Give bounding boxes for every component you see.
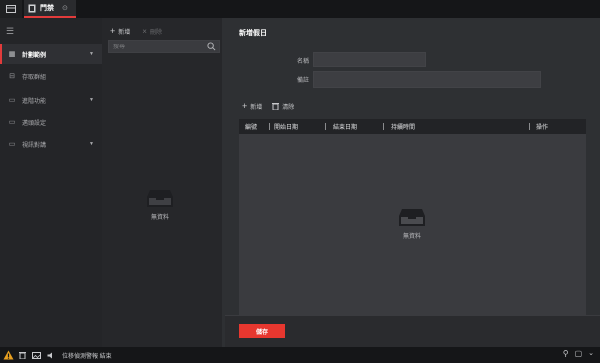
remark-field[interactable]: [314, 76, 540, 92]
chevron-down-icon: ▼: [89, 141, 94, 147]
calendar-icon: ▦: [8, 51, 16, 58]
add-holiday-button[interactable]: + 新增: [242, 101, 262, 111]
sidebar-item-label: 計劃範例: [22, 52, 47, 59]
column-header: 結束日期: [333, 125, 358, 131]
empty-state: 無資料: [146, 188, 174, 221]
column-header: 編號: [245, 125, 258, 131]
speaker-icon[interactable]: [45, 350, 56, 361]
maximize-icon[interactable]: ▢: [575, 349, 583, 358]
home-grid-icon: [6, 5, 16, 13]
column-divider: [269, 123, 270, 130]
add-button[interactable]: + 新增: [110, 26, 130, 36]
table-header: 編號 開始日期 結束日期 持續時間 操作: [239, 119, 586, 134]
sidebar-item-label: 存取群組: [22, 74, 47, 81]
clear-button[interactable]: 清除: [272, 101, 294, 111]
trash-icon[interactable]: [17, 350, 28, 361]
sidebar-item-schedule-template[interactable]: ▦ 計劃範例 ▼: [0, 44, 102, 64]
holiday-table: 編號 開始日期 結束日期 持續時間 操作 無資料: [239, 119, 586, 326]
column-header: 開始日期: [274, 125, 299, 131]
image-icon[interactable]: [31, 350, 42, 361]
main-content: 新增假日 名稱 備註 + 新增 清除 編號 開始日期 結束日期 持續時間 操作 …: [225, 18, 600, 347]
holiday-list-panel: + 新增 × 刪除 無資料: [102, 18, 222, 347]
chevron-down-icon: ▼: [89, 97, 94, 103]
status-controls: ⚲ ▢ ⌄: [563, 349, 594, 358]
tab-label: 門禁: [40, 5, 54, 12]
search-box: [108, 40, 220, 53]
holiday-actions: + 新增 清除: [242, 101, 294, 111]
trash-icon: [272, 103, 280, 110]
close-icon: ×: [142, 26, 147, 36]
empty-label: 無資料: [150, 215, 169, 221]
menu-toggle-icon[interactable]: ☰: [6, 26, 14, 37]
empty-tray-icon: [399, 209, 425, 226]
remark-label: 備註: [296, 78, 309, 84]
empty-label: 無資料: [402, 234, 421, 240]
name-field[interactable]: [314, 58, 425, 72]
warning-icon[interactable]: [3, 350, 14, 361]
status-bar: 位移偵測警報 結束 ⚲ ▢ ⌄: [0, 347, 600, 363]
app-window: 門禁 ⊙ ☰ ▦ 計劃範例 ▼ ⊟ 存取群組 ▭ 進階功能 ▼ ▭ 邁頭設定 ▭…: [0, 0, 600, 363]
add-label: 新增: [118, 29, 131, 36]
remark-field-wrap: [313, 71, 541, 92]
sidebar-item-video-intercom[interactable]: ▭ 視訊對講 ▼: [0, 134, 102, 154]
status-message: 位移偵測警報 結束: [62, 353, 112, 360]
plus-icon: +: [242, 101, 248, 111]
search-input[interactable]: [113, 43, 205, 50]
name-field-wrap: [313, 52, 426, 72]
search-icon[interactable]: [207, 42, 216, 51]
clear-label: 清除: [282, 104, 295, 111]
pin-icon[interactable]: ⚲: [563, 349, 569, 358]
list-actions: + 新增 × 刪除: [110, 26, 162, 36]
tab-access-control[interactable]: 門禁 ⊙: [24, 0, 76, 18]
add-label: 新增: [250, 104, 263, 111]
intercom-icon: ▭: [8, 141, 16, 148]
delete-label: 刪除: [149, 29, 162, 36]
column-divider: [325, 123, 326, 130]
column-divider: [529, 123, 530, 130]
page-title: 新增假日: [239, 30, 267, 37]
sidebar-item-door-settings[interactable]: ▭ 邁頭設定: [0, 112, 102, 132]
sidebar-item-label: 邁頭設定: [22, 120, 47, 127]
column-header: 操作: [536, 125, 549, 131]
delete-button[interactable]: × 刪除: [142, 26, 162, 36]
form-footer: 儲存: [225, 315, 600, 347]
chevron-down-icon: ▼: [89, 51, 94, 57]
advanced-icon: ▭: [8, 97, 16, 104]
lock-icon: ⊟: [9, 73, 15, 80]
tab-close-icon[interactable]: ⊙: [62, 4, 68, 12]
door-icon: ▭: [8, 119, 16, 126]
column-divider: [383, 123, 384, 130]
door-icon: [28, 4, 36, 12]
sidebar-item-access-group[interactable]: ⊟ 存取群組: [0, 66, 102, 86]
sidebar-item-label: 進階功能: [22, 98, 47, 105]
save-button[interactable]: 儲存: [239, 324, 285, 338]
sidebar-item-label: 視訊對講: [22, 142, 47, 149]
empty-tray-icon: [147, 190, 173, 207]
name-label: 名稱: [296, 59, 309, 65]
top-bar: 門禁 ⊙: [0, 0, 600, 18]
home-button[interactable]: [0, 0, 22, 18]
sidebar: ☰ ▦ 計劃範例 ▼ ⊟ 存取群組 ▭ 進階功能 ▼ ▭ 邁頭設定 ▭ 視訊對講…: [0, 18, 102, 347]
plus-icon: +: [110, 26, 116, 36]
chevron-down-icon[interactable]: ⌄: [588, 349, 594, 358]
sidebar-item-advanced[interactable]: ▭ 進階功能 ▼: [0, 90, 102, 110]
empty-state: 無資料: [398, 207, 426, 240]
column-header: 持續時間: [391, 125, 416, 131]
